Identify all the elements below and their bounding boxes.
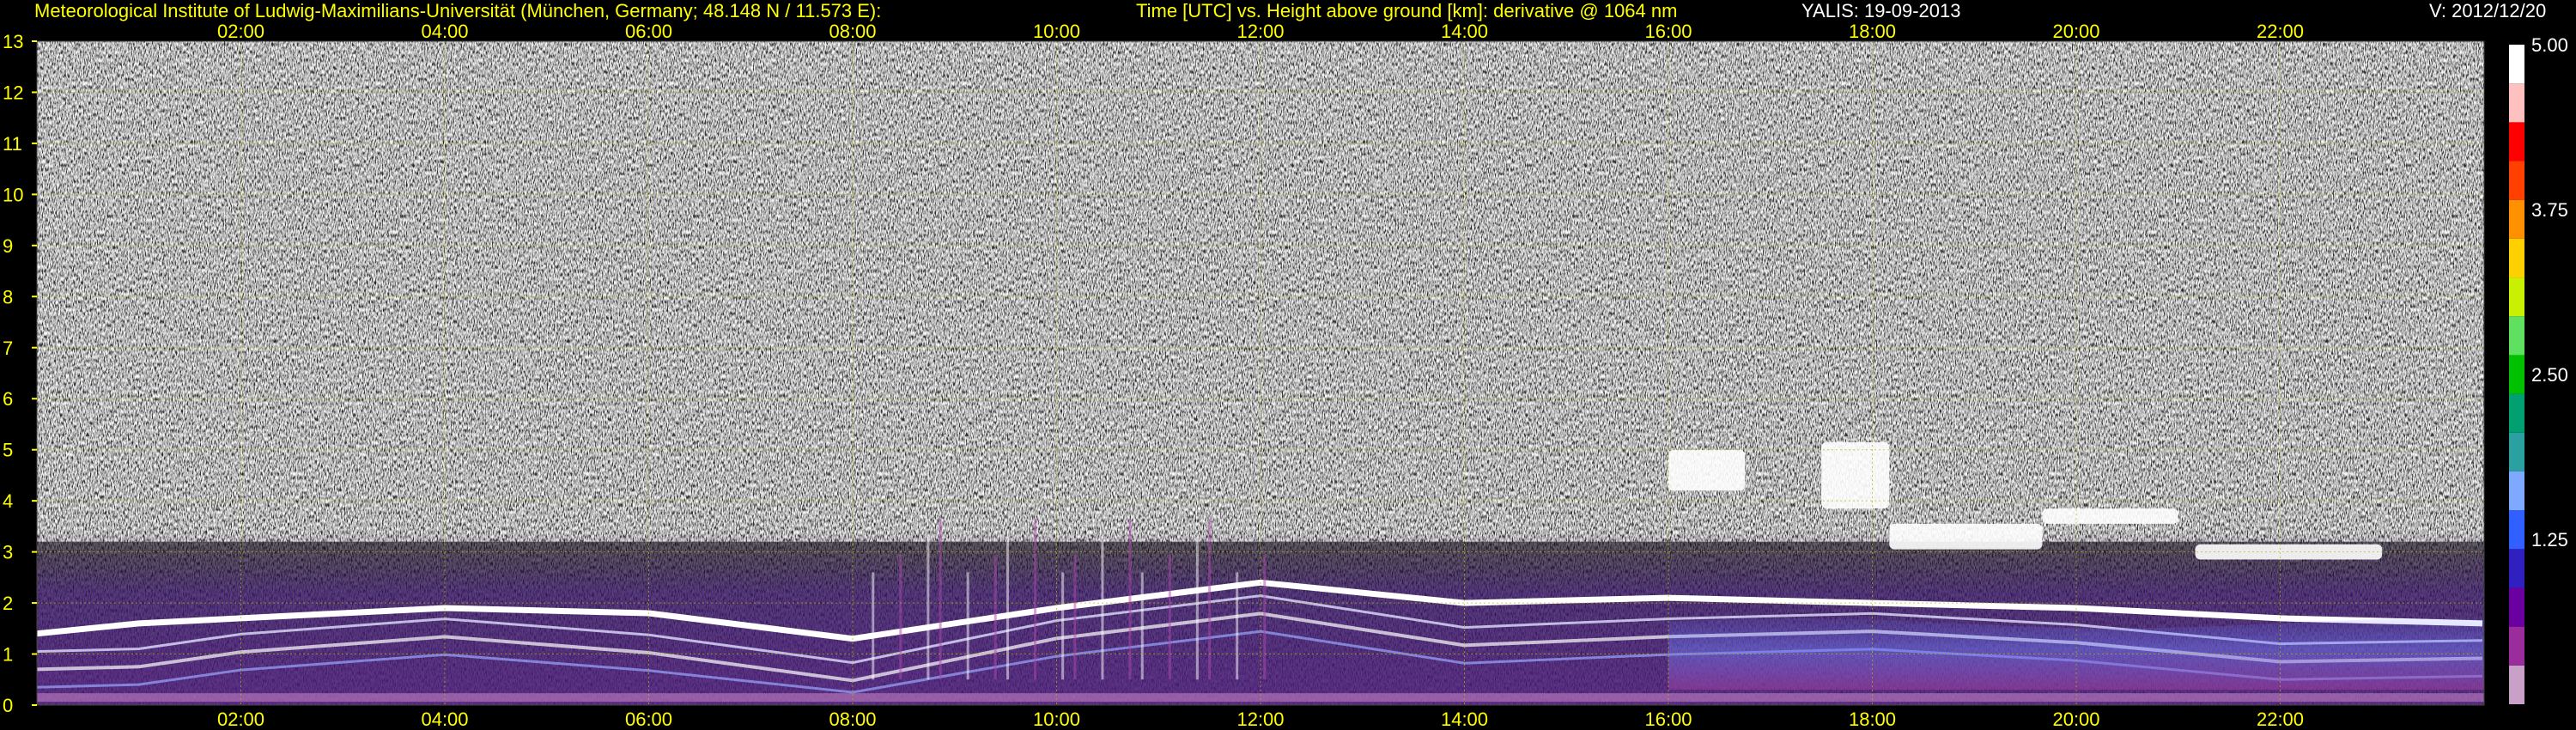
y-tick-label: 11	[3, 133, 22, 155]
colorbar-swatch	[2509, 316, 2524, 356]
x-axis-bottom: 02:00 04:00 06:00 08:00 10:00 12:00 14:00 16:00…	[217, 709, 2304, 730]
colorbar-swatch	[2509, 83, 2524, 123]
y-tick-label: 13	[3, 31, 23, 52]
x-tick-label-bottom: 08:00	[829, 709, 876, 730]
x-tick-label-top: 10:00	[1033, 21, 1080, 42]
x-tick-label-bottom: 06:00	[625, 709, 672, 730]
lidar-chart: 012345678910111213 02:00 04:00 06:00 08:00 1…	[3, 21, 2568, 730]
y-tick-label: 8	[3, 286, 13, 307]
colorbar-swatch	[2509, 510, 2524, 550]
colorbar-swatch	[2509, 199, 2524, 239]
colorbar: 1.25 2.50 3.75 5.00	[2509, 34, 2568, 704]
y-tick-label: 2	[3, 593, 13, 614]
colorbar-tick-label: 3.75	[2531, 199, 2568, 221]
y-tick-label: 10	[3, 184, 23, 205]
x-tick-label-bottom: 18:00	[1849, 709, 1896, 730]
x-tick-label-bottom: 04:00	[421, 709, 468, 730]
x-tick-label-top: 02:00	[217, 21, 264, 42]
x-tick-label-top: 20:00	[2052, 21, 2099, 42]
x-tick-label-bottom: 20:00	[2052, 709, 2099, 730]
colorbar-tick-label: 1.25	[2531, 529, 2568, 551]
cloud-layer	[1889, 523, 2043, 550]
x-tick-label-top: 06:00	[625, 21, 672, 42]
x-tick-label-top: 08:00	[829, 21, 876, 42]
x-tick-label-top: 14:00	[1441, 21, 1488, 42]
y-tick-label: 9	[3, 235, 13, 257]
colorbar-tick-label: 5.00	[2531, 34, 2568, 56]
x-tick-label-bottom: 14:00	[1441, 709, 1488, 730]
x-axis-top: 02:00 04:00 06:00 08:00 10:00 12:00 14:00 16:00…	[217, 21, 2304, 42]
x-tick-label-top: 04:00	[421, 21, 468, 42]
colorbar-swatch	[2509, 665, 2524, 704]
x-tick-label-top: 22:00	[2257, 21, 2304, 42]
y-tick-label: 6	[3, 388, 13, 410]
colorbar-tick-label: 2.50	[2531, 364, 2568, 386]
colorbar-swatch	[2509, 277, 2524, 317]
cloud-layer	[1821, 441, 1890, 509]
y-tick-label: 1	[3, 644, 13, 666]
x-tick-label-top: 16:00	[1644, 21, 1692, 42]
colorbar-swatch	[2509, 393, 2524, 433]
cloud-layer	[1668, 449, 1746, 491]
y-tick-label: 5	[3, 440, 13, 461]
colorbar-swatch	[2509, 549, 2524, 588]
colorbar-swatch	[2509, 45, 2524, 84]
x-tick-label-top: 18:00	[1849, 21, 1896, 42]
y-axis: 012345678910111213	[3, 31, 37, 716]
colorbar-swatch	[2509, 122, 2524, 161]
y-tick-label: 3	[3, 542, 13, 563]
x-tick-label-bottom: 10:00	[1033, 709, 1080, 730]
x-tick-label-bottom: 16:00	[1644, 709, 1692, 730]
x-tick-label-bottom: 22:00	[2257, 709, 2304, 730]
y-tick-label: 4	[3, 490, 13, 512]
y-tick-label: 7	[3, 338, 13, 359]
x-tick-label-bottom: 02:00	[217, 709, 264, 730]
cloud-layer	[2042, 508, 2178, 524]
colorbar-swatch	[2509, 471, 2524, 511]
y-tick-label: 0	[3, 695, 13, 716]
colorbar-swatch	[2509, 587, 2524, 627]
colorbar-swatch	[2509, 238, 2524, 278]
colorbar-swatch	[2509, 161, 2524, 200]
colorbar-swatch	[2509, 432, 2524, 471]
colorbar-swatch	[2509, 355, 2524, 394]
colorbar-swatch	[2509, 626, 2524, 666]
x-tick-label-bottom: 12:00	[1236, 709, 1284, 730]
x-tick-label-top: 12:00	[1236, 21, 1284, 42]
y-tick-label: 12	[3, 82, 23, 103]
